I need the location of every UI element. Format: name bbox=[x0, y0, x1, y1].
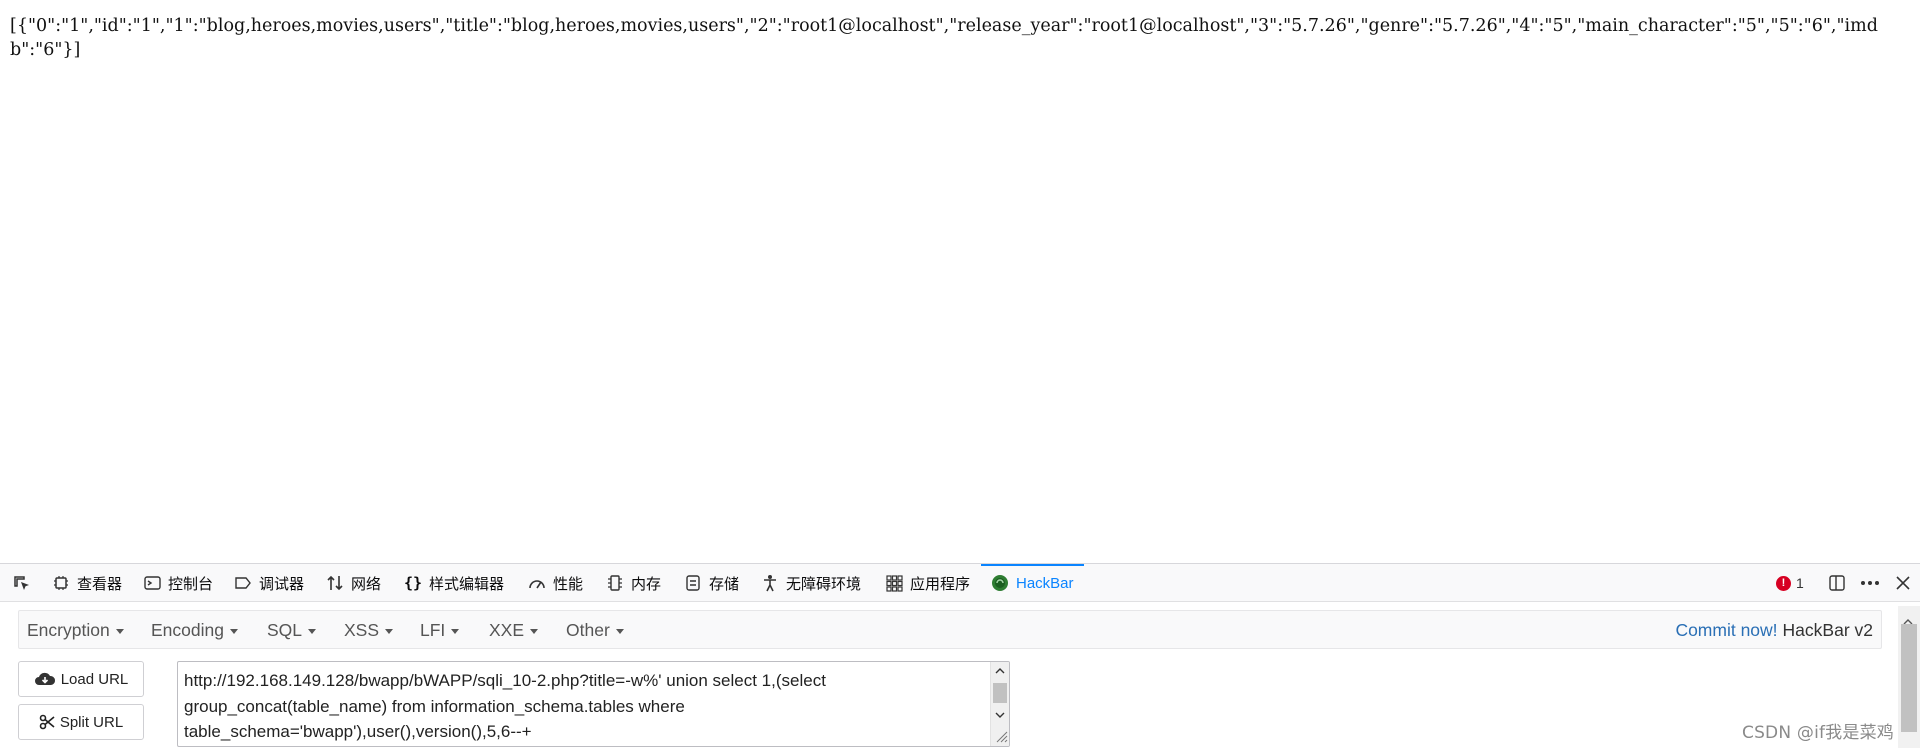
error-count: 1 bbox=[1796, 575, 1804, 591]
menu-encryption[interactable]: Encryption bbox=[27, 611, 124, 650]
hackbar-icon bbox=[991, 574, 1009, 592]
chevron-down-icon bbox=[229, 629, 238, 634]
close-icon[interactable] bbox=[1896, 564, 1910, 602]
tab-console[interactable]: 控制台 bbox=[143, 564, 213, 602]
chevron-down-icon bbox=[451, 629, 460, 634]
debugger-icon bbox=[234, 574, 252, 592]
tab-storage[interactable]: 存储 bbox=[684, 564, 739, 602]
menu-xxe[interactable]: XXE bbox=[489, 611, 539, 650]
application-icon bbox=[885, 574, 903, 592]
scroll-thumb[interactable] bbox=[993, 683, 1007, 703]
menu-label: Encoding bbox=[151, 620, 224, 640]
menu-other[interactable]: Other bbox=[566, 611, 624, 650]
tab-label: 调试器 bbox=[259, 575, 305, 593]
tab-network[interactable]: 网络 bbox=[326, 564, 381, 602]
url-value[interactable]: http://192.168.149.128/bwapp/bWAPP/sqli_… bbox=[184, 668, 984, 745]
tab-label: 内存 bbox=[631, 575, 662, 593]
devtools-panel: 查看器 控制台 调试器 网络 {} 样式编辑器 性能 内存 存储 无障碍环境 应… bbox=[0, 563, 1920, 748]
split-url-label: Split URL bbox=[59, 713, 124, 731]
menu-label: LFI bbox=[420, 620, 446, 640]
error-icon: ! bbox=[1776, 575, 1791, 591]
tab-label: 性能 bbox=[553, 575, 584, 593]
menu-label: Other bbox=[566, 620, 610, 640]
menu-label: XSS bbox=[344, 620, 380, 640]
chevron-down-icon bbox=[385, 629, 394, 634]
menu-encoding[interactable]: Encoding bbox=[151, 611, 238, 650]
split-url-button[interactable]: Split URL bbox=[18, 704, 144, 740]
tab-hackbar[interactable]: HackBar bbox=[981, 564, 1084, 602]
tab-application[interactable]: 应用程序 bbox=[885, 564, 970, 602]
load-url-button[interactable]: Load URL bbox=[18, 661, 144, 697]
watermark: CSDN @if我是菜鸡 bbox=[1742, 723, 1894, 743]
storage-icon bbox=[684, 574, 702, 592]
scroll-up-icon[interactable] bbox=[991, 662, 1009, 680]
network-icon bbox=[326, 574, 344, 592]
commit-now-link[interactable]: Commit now! bbox=[1675, 620, 1777, 641]
error-count-badge[interactable]: ! 1 bbox=[1776, 564, 1804, 602]
chevron-down-icon bbox=[115, 629, 124, 634]
tab-label: 样式编辑器 bbox=[429, 575, 505, 593]
tab-style-editor[interactable]: {} 样式编辑器 bbox=[404, 564, 504, 602]
element-picker-icon[interactable] bbox=[12, 574, 32, 594]
chevron-down-icon bbox=[615, 629, 624, 634]
tab-label: HackBar bbox=[1016, 574, 1074, 592]
menu-label: SQL bbox=[267, 620, 303, 640]
chevron-down-icon bbox=[308, 629, 317, 634]
menu-label: XXE bbox=[489, 620, 525, 640]
tab-label: 无障碍环境 bbox=[786, 575, 862, 593]
url-textarea[interactable]: http://192.168.149.128/bwapp/bWAPP/sqli_… bbox=[177, 661, 1010, 747]
tab-inspector[interactable]: 查看器 bbox=[52, 564, 122, 602]
memory-icon bbox=[606, 574, 624, 592]
hackbar-version: HackBar v2 bbox=[1782, 620, 1873, 640]
scroll-down-icon[interactable] bbox=[991, 706, 1009, 724]
menu-sql[interactable]: SQL bbox=[267, 611, 317, 650]
tab-accessibility[interactable]: 无障碍环境 bbox=[761, 564, 861, 602]
url-scrollbar[interactable] bbox=[990, 662, 1009, 746]
tab-label: 存储 bbox=[709, 575, 740, 593]
commit-area: Commit now! HackBar v2 bbox=[1675, 611, 1873, 650]
tab-performance[interactable]: 性能 bbox=[528, 564, 583, 602]
tab-label: 应用程序 bbox=[910, 575, 971, 593]
accessibility-icon bbox=[761, 574, 779, 592]
menu-lfi[interactable]: LFI bbox=[420, 611, 460, 650]
menu-xss[interactable]: XSS bbox=[344, 611, 394, 650]
resize-grip-icon[interactable] bbox=[994, 728, 1008, 746]
tab-label: 查看器 bbox=[77, 575, 123, 593]
more-options-icon[interactable] bbox=[1860, 564, 1880, 602]
menu-label: Encryption bbox=[27, 620, 110, 640]
json-response-text: [{"0":"1","id":"1","1":"blog,heroes,movi… bbox=[10, 16, 1878, 60]
console-icon bbox=[143, 574, 161, 592]
dock-toggle-icon[interactable] bbox=[1828, 564, 1846, 602]
tab-label: 网络 bbox=[351, 575, 382, 593]
scroll-thumb[interactable] bbox=[1901, 624, 1917, 732]
devtools-toolbar: 查看器 控制台 调试器 网络 {} 样式编辑器 性能 内存 存储 无障碍环境 应… bbox=[0, 564, 1920, 602]
tab-memory[interactable]: 内存 bbox=[606, 564, 661, 602]
panel-scrollbar[interactable] bbox=[1898, 606, 1920, 748]
cloud-download-icon bbox=[34, 671, 56, 687]
tab-label: 控制台 bbox=[168, 575, 214, 593]
inspector-icon bbox=[52, 574, 70, 592]
chevron-down-icon bbox=[530, 629, 539, 634]
performance-icon bbox=[528, 574, 546, 592]
tab-debugger[interactable]: 调试器 bbox=[234, 564, 304, 602]
hackbar-menubar: Encryption Encoding SQL XSS LFI XXE Othe… bbox=[18, 610, 1882, 649]
scissors-icon bbox=[39, 714, 55, 730]
load-url-label: Load URL bbox=[60, 670, 129, 688]
style-editor-icon: {} bbox=[403, 574, 423, 592]
